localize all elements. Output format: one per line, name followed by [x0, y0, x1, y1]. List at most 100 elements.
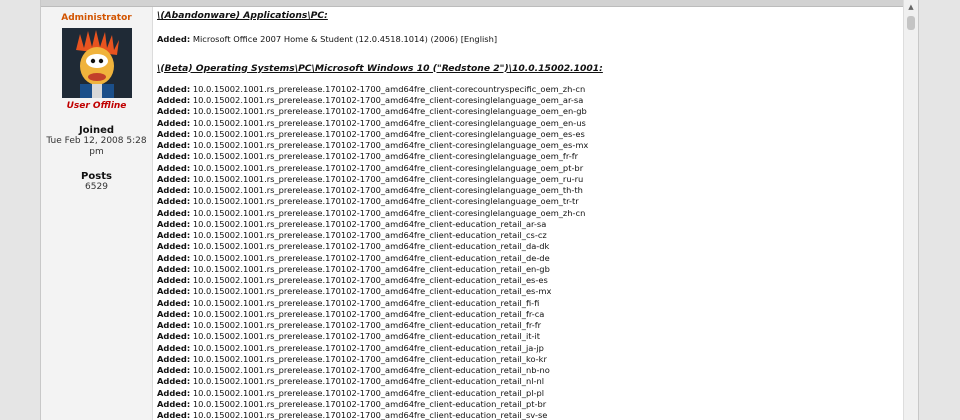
list-item: Added: 10.0.15002.1001.rs_prerelease.170…	[157, 286, 918, 297]
added-label: Added:	[157, 263, 191, 274]
added-label: Added:	[157, 117, 191, 128]
added-value: 10.0.15002.1001.rs_prerelease.170102-170…	[192, 162, 584, 173]
added-value: 10.0.15002.1001.rs_prerelease.170102-170…	[192, 365, 550, 375]
added-label: Added:	[157, 320, 191, 330]
added-value: 10.0.15002.1001.rs_prerelease.170102-170…	[192, 218, 547, 229]
added-label: Added:	[157, 376, 191, 387]
added-label: Added:	[157, 353, 191, 364]
added-label: Added:	[157, 342, 191, 353]
added-value: 10.0.15002.1001.rs_prerelease.170102-170…	[192, 320, 542, 330]
added-label: Added:	[157, 230, 191, 240]
added-label: Added:	[157, 297, 191, 308]
added-label: Added:	[157, 286, 191, 297]
added-value: 10.0.15002.1001.rs_prerelease.170102-170…	[192, 387, 545, 398]
added-label: Added:	[157, 196, 191, 207]
list-item: Added: 10.0.15002.1001.rs_prerelease.170…	[157, 84, 918, 95]
added-label: Added:	[157, 398, 191, 409]
avatar[interactable]	[61, 28, 132, 98]
added-label: Added:	[157, 185, 191, 195]
list-item: Added: 10.0.15002.1001.rs_prerelease.170…	[157, 129, 918, 140]
user-status: User Offline	[66, 101, 127, 111]
post-content: \(Abandonware) Applications\PC: Added: M…	[153, 7, 918, 420]
added-label: Added:	[157, 275, 191, 285]
list-item: Added: 10.0.15002.1001.rs_prerelease.170…	[157, 230, 918, 241]
added-value: 10.0.15002.1001.rs_prerelease.170102-170…	[192, 196, 579, 207]
forum-post-frame: Administrator User Offline Joined Tue Fe…	[40, 0, 919, 420]
added-label: Added:	[157, 207, 191, 218]
joined-value: Tue Feb 12, 2008 5:28 pm	[46, 136, 147, 157]
added-label: Added:	[157, 128, 191, 139]
added-value: 10.0.15002.1001.rs_prerelease.170102-170…	[192, 308, 545, 319]
added-value: 10.0.15002.1001.rs_prerelease.170102-170…	[192, 95, 584, 105]
scroll-up-icon[interactable]: ▲	[904, 0, 918, 14]
list-item: Added: 10.0.15002.1001.rs_prerelease.170…	[157, 151, 918, 162]
list-item: Added: 10.0.15002.1001.rs_prerelease.170…	[157, 298, 918, 309]
vertical-scrollbar[interactable]: ▲	[903, 0, 918, 420]
list-item: Added: 10.0.15002.1001.rs_prerelease.170…	[157, 185, 918, 196]
list-item: Added: 10.0.15002.1001.rs_prerelease.170…	[157, 208, 918, 219]
added-value: 10.0.15002.1001.rs_prerelease.170102-170…	[192, 275, 548, 285]
joined-label: Joined	[78, 125, 115, 136]
added-label: Added:	[157, 106, 191, 117]
added-value: 10.0.15002.1001.rs_prerelease.170102-170…	[192, 173, 584, 184]
list-item: Added: 10.0.15002.1001.rs_prerelease.170…	[157, 174, 918, 185]
added-value: 10.0.15002.1001.rs_prerelease.170102-170…	[192, 263, 550, 274]
added-value: 10.0.15002.1001.rs_prerelease.170102-170…	[192, 83, 586, 94]
scrollbar-thumb[interactable]	[907, 16, 915, 30]
user-rank: Administrator	[61, 13, 132, 23]
added-value: 10.0.15002.1001.rs_prerelease.170102-170…	[192, 230, 547, 240]
list-item: Added: 10.0.15002.1001.rs_prerelease.170…	[157, 241, 918, 252]
added-label: Added:	[157, 252, 191, 263]
added-label: Added:	[157, 95, 191, 105]
added-value: 10.0.15002.1001.rs_prerelease.170102-170…	[192, 297, 540, 308]
added-value: 10.0.15002.1001.rs_prerelease.170102-170…	[192, 117, 586, 128]
list-item: Added: 10.0.15002.1001.rs_prerelease.170…	[157, 275, 918, 286]
added-label: Added:	[157, 173, 191, 184]
list-item: Added: 10.0.15002.1001.rs_prerelease.170…	[157, 140, 918, 151]
added-value: 10.0.15002.1001.rs_prerelease.170102-170…	[192, 342, 544, 353]
added-label: Added:	[157, 151, 191, 162]
added-label: Added:	[157, 218, 191, 229]
added-value: 10.0.15002.1001.rs_prerelease.170102-170…	[192, 185, 583, 195]
list-item: Added: 10.0.15002.1001.rs_prerelease.170…	[157, 309, 918, 320]
list-item: Added: 10.0.15002.1001.rs_prerelease.170…	[157, 354, 918, 365]
list-item: Added: 10.0.15002.1001.rs_prerelease.170…	[157, 320, 918, 331]
added-label: Added:	[157, 365, 191, 375]
list-item: Added: 10.0.15002.1001.rs_prerelease.170…	[157, 343, 918, 354]
added-value: 10.0.15002.1001.rs_prerelease.170102-170…	[192, 106, 587, 117]
added-line-office: Added: Microsoft Office 2007 Home & Stud…	[157, 34, 918, 45]
added-items-list: Added: 10.0.15002.1001.rs_prerelease.170…	[157, 84, 918, 420]
added-value: 10.0.15002.1001.rs_prerelease.170102-170…	[192, 410, 548, 420]
added-value: 10.0.15002.1001.rs_prerelease.170102-170…	[192, 151, 579, 162]
added-label: Added:	[157, 308, 191, 319]
added-value: 10.0.15002.1001.rs_prerelease.170102-170…	[192, 207, 586, 218]
list-item: Added: 10.0.15002.1001.rs_prerelease.170…	[157, 264, 918, 275]
added-label: Added:	[157, 331, 191, 342]
added-label: Added:	[157, 387, 191, 398]
list-item: Added: 10.0.15002.1001.rs_prerelease.170…	[157, 163, 918, 174]
added-value: 10.0.15002.1001.rs_prerelease.170102-170…	[192, 398, 547, 409]
list-item: Added: 10.0.15002.1001.rs_prerelease.170…	[157, 388, 918, 399]
list-item: Added: 10.0.15002.1001.rs_prerelease.170…	[157, 365, 918, 376]
list-item: Added: 10.0.15002.1001.rs_prerelease.170…	[157, 196, 918, 207]
added-label: Added:	[157, 83, 191, 94]
added-label: Added:	[157, 410, 191, 420]
list-item: Added: 10.0.15002.1001.rs_prerelease.170…	[157, 253, 918, 264]
post-top-strip	[41, 0, 918, 7]
section-heading-abandonware: \(Abandonware) Applications\PC:	[157, 10, 328, 21]
added-value: 10.0.15002.1001.rs_prerelease.170102-170…	[192, 252, 550, 263]
list-item: Added: 10.0.15002.1001.rs_prerelease.170…	[157, 95, 918, 106]
list-item: Added: 10.0.15002.1001.rs_prerelease.170…	[157, 376, 918, 387]
added-value: Microsoft Office 2007 Home & Student (12…	[192, 34, 498, 45]
list-item: Added: 10.0.15002.1001.rs_prerelease.170…	[157, 118, 918, 129]
added-value: 10.0.15002.1001.rs_prerelease.170102-170…	[192, 128, 585, 139]
list-item: Added: 10.0.15002.1001.rs_prerelease.170…	[157, 399, 918, 410]
list-item: Added: 10.0.15002.1001.rs_prerelease.170…	[157, 106, 918, 117]
added-label: Added:	[157, 34, 191, 45]
section-heading-beta-os: \(Beta) Operating Systems\PC\Microsoft W…	[157, 62, 603, 74]
list-item: Added: 10.0.15002.1001.rs_prerelease.170…	[157, 410, 918, 420]
muppet-avatar-icon	[61, 28, 132, 98]
added-label: Added:	[157, 140, 191, 150]
added-label: Added:	[157, 241, 191, 252]
posts-label: Posts	[81, 171, 112, 182]
